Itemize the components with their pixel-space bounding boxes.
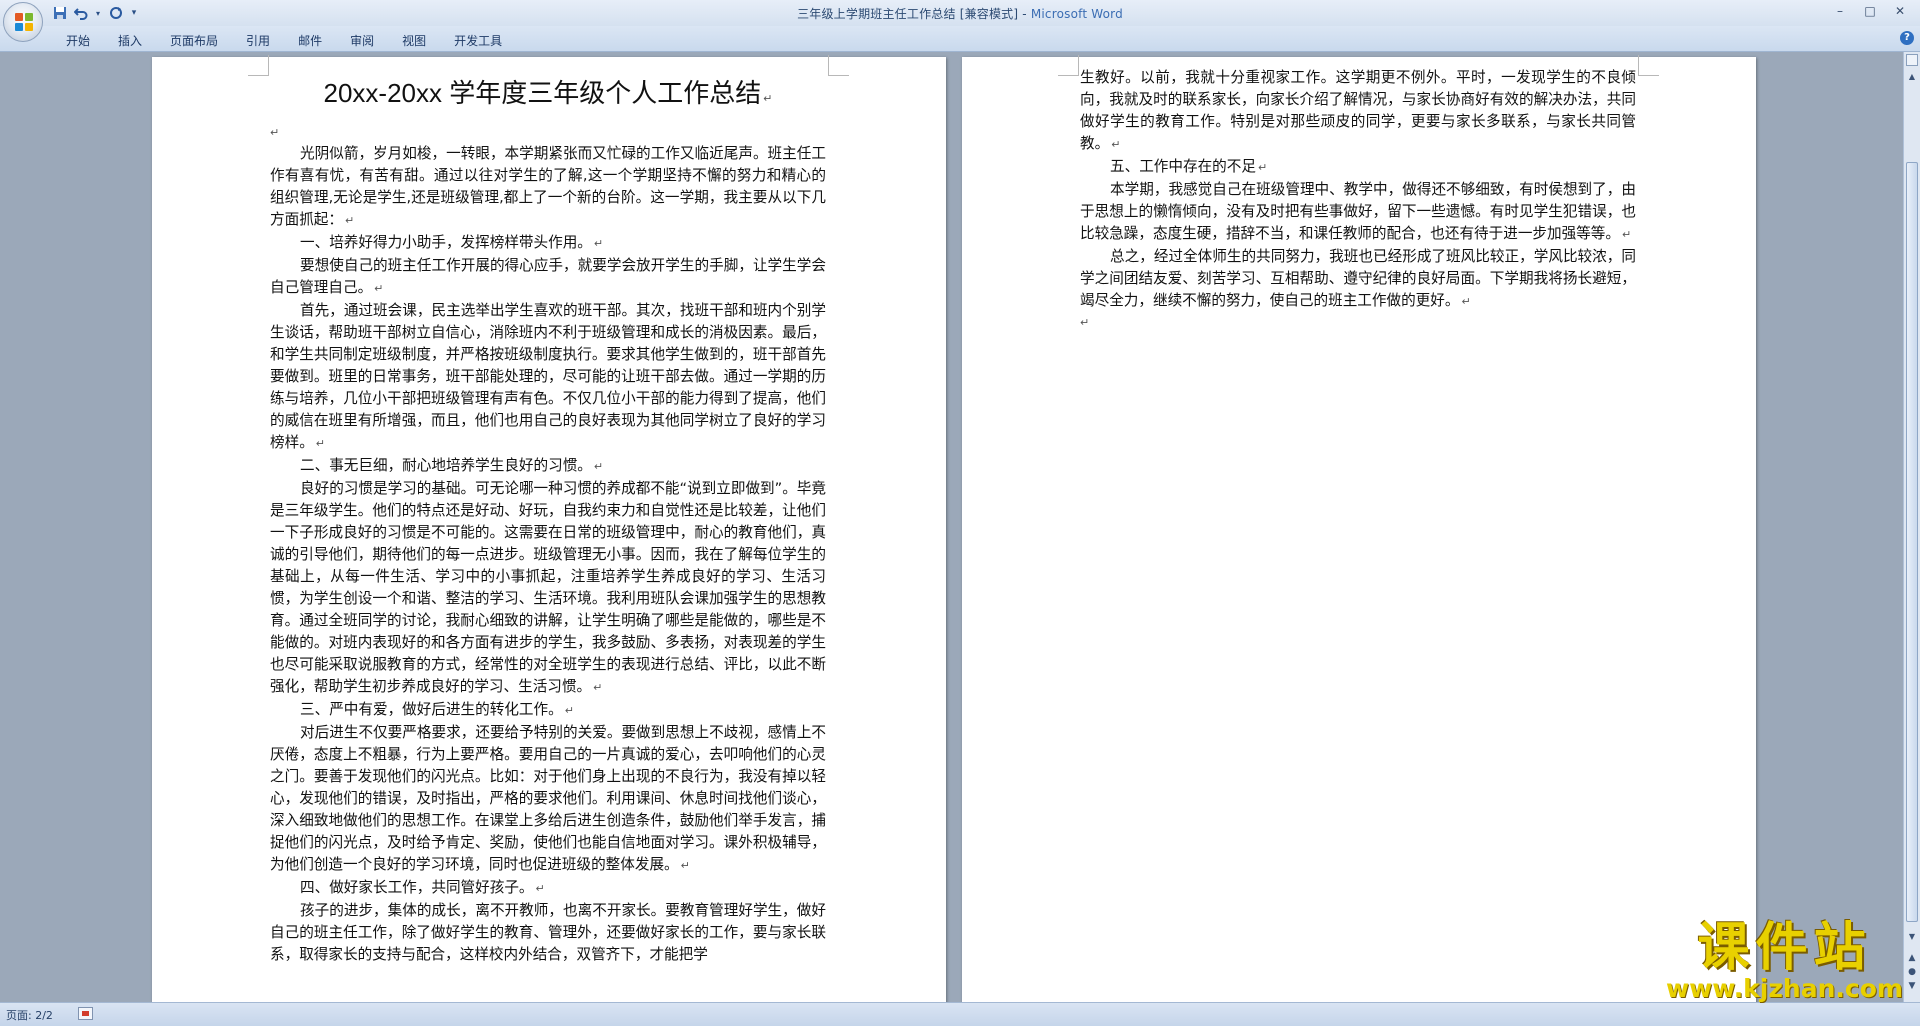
next-page-icon[interactable]: ▼ bbox=[1906, 980, 1918, 992]
watermark-url: www.kjzhan.com bbox=[1666, 974, 1903, 1003]
vertical-scrollbar[interactable]: ▲ ▼ ▲ ● ▼ bbox=[1903, 52, 1920, 1002]
page-2-content: 生教好。以前，我就十分重视家工作。这学期更不例外。平时，一发现学生的不良倾向，我… bbox=[1080, 67, 1636, 333]
ruler-toggle-icon[interactable] bbox=[1906, 54, 1918, 66]
tab-review[interactable]: 审阅 bbox=[336, 30, 388, 51]
tab-insert[interactable]: 插入 bbox=[104, 30, 156, 51]
section-heading: 五、工作中存在的不足 ↵ bbox=[1110, 158, 1268, 175]
save-icon[interactable] bbox=[52, 6, 67, 21]
undo-icon[interactable] bbox=[73, 6, 88, 21]
watermark-text: 课件站 bbox=[1697, 918, 1872, 978]
scroll-down-icon[interactable]: ▼ bbox=[1906, 930, 1918, 944]
document-page-2[interactable]: 生教好。以前，我就十分重视家工作。这学期更不例外。平时，一发现学生的不良倾向，我… bbox=[962, 55, 1756, 1002]
ribbon-tabs: 开始 插入 页面布局 引用 邮件 审阅 视图 开发工具 bbox=[52, 30, 516, 51]
margin-corner-mark bbox=[1638, 55, 1659, 76]
office-button[interactable] bbox=[3, 2, 43, 42]
tab-page-layout[interactable]: 页面布局 bbox=[156, 30, 232, 51]
document-page-1[interactable]: 20xx-20xx 学年度三年级个人工作总结 ↵ ↵ 光阴似箭，岁月如梭，一转眼，… bbox=[152, 55, 946, 1002]
paragraph: 良好的习惯是学习的基础。可无论哪一种习惯的养成都不能“说到立即做到”。毕竟是三年… bbox=[270, 480, 826, 695]
paragraph: 要想使自己的班主任工作开展的得心应手，就要学会放开学生的手脚，让学生学会自己管理… bbox=[270, 257, 826, 296]
paragraph: 孩子的进步，集体的成长，离不开教师，也离不开家长。要教育管理好学生，做好自己的班… bbox=[270, 902, 826, 963]
empty-paragraph: ↵ bbox=[270, 126, 280, 139]
title-bar: 三年级上学期班主任工作总结 [兼容模式] - Microsoft Word ▾ … bbox=[0, 0, 1920, 26]
empty-paragraph: ↵ bbox=[1080, 316, 1090, 329]
scrollbar-thumb[interactable] bbox=[1906, 162, 1918, 922]
paragraph: 对后进生不仅要严格要求，还要给予特别的关爱。要做到思想上不歧视，感情上不厌倦，态… bbox=[270, 724, 826, 873]
paragraph: 本学期，我感觉自己在班级管理中、教学中，做得还不够细致，有时侯想到了，由于思想上… bbox=[1080, 181, 1636, 242]
watermark-logo: 课件站 www.kjzhan.com bbox=[1666, 922, 1903, 1001]
margin-corner-mark bbox=[1058, 55, 1079, 76]
previous-page-icon[interactable]: ▲ bbox=[1906, 952, 1918, 964]
minimize-button[interactable]: – bbox=[1826, 2, 1854, 20]
quick-access-toolbar: ▾ ▾ bbox=[52, 4, 139, 22]
document-workspace: 20xx-20xx 学年度三年级个人工作总结 ↵ ↵ 光阴似箭，岁月如梭，一转眼，… bbox=[0, 52, 1904, 1002]
tab-references[interactable]: 引用 bbox=[232, 30, 284, 51]
ribbon-tabs-bar: 开始 插入 页面布局 引用 邮件 审阅 视图 开发工具 ? bbox=[0, 26, 1920, 52]
tab-home[interactable]: 开始 bbox=[52, 30, 104, 51]
scroll-up-icon[interactable]: ▲ bbox=[1906, 70, 1918, 84]
window-controls: – □ ✕ bbox=[1826, 2, 1914, 20]
margin-corner-mark bbox=[828, 55, 849, 76]
redo-icon[interactable] bbox=[108, 6, 123, 21]
office-logo-icon bbox=[15, 13, 33, 31]
browse-object-icon[interactable]: ● bbox=[1906, 966, 1918, 978]
paragraph: 光阴似箭，岁月如梭，一转眼，本学期紧张而又忙碌的工作又临近尾声。班主任工作有喜有… bbox=[270, 145, 826, 228]
document-title-text: 三年级上学期班主任工作总结 [兼容模式] - bbox=[797, 7, 1031, 21]
margin-corner-mark bbox=[248, 55, 269, 76]
section-heading: 四、做好家长工作，共同管好孩子。 ↵ bbox=[300, 879, 545, 896]
paragraph: 首先，通过班会课，民主选举出学生喜欢的班干部。其次，找班干部和班内个别学生谈话，… bbox=[270, 302, 826, 451]
tab-view[interactable]: 视图 bbox=[388, 30, 440, 51]
paragraph: 生教好。以前，我就十分重视家工作。这学期更不例外。平时，一发现学生的不良倾向，我… bbox=[1080, 69, 1636, 152]
app-name-text: Microsoft Word bbox=[1030, 7, 1123, 21]
customize-icon[interactable]: ▾ bbox=[129, 6, 139, 21]
page-1-content: 20xx-20xx 学年度三年级个人工作总结 ↵ ↵ 光阴似箭，岁月如梭，一转眼，… bbox=[270, 75, 826, 966]
section-heading: 二、事无巨细，耐心地培养学生良好的习惯。 ↵ bbox=[300, 457, 604, 474]
document-heading: 20xx-20xx 学年度三年级个人工作总结 ↵ bbox=[323, 78, 773, 108]
help-icon[interactable]: ? bbox=[1900, 31, 1914, 45]
close-button[interactable]: ✕ bbox=[1886, 2, 1914, 20]
page-count-status[interactable]: 页面: 2/2 bbox=[6, 1007, 53, 1023]
tab-mailings[interactable]: 邮件 bbox=[284, 30, 336, 51]
maximize-button[interactable]: □ bbox=[1856, 2, 1884, 20]
paragraph: 总之，经过全体师生的共同努力，我班也已经形成了班风比较正，学风比较浓，同学之间团… bbox=[1080, 248, 1636, 309]
tab-developer[interactable]: 开发工具 bbox=[440, 30, 516, 51]
proofing-status-icon[interactable] bbox=[78, 1007, 93, 1020]
dropdown-arrow-icon[interactable]: ▾ bbox=[94, 6, 102, 21]
status-bar: 页面: 2/2 bbox=[0, 1002, 1920, 1026]
section-heading: 三、严中有爱，做好后进生的转化工作。 ↵ bbox=[300, 701, 574, 718]
window-title: 三年级上学期班主任工作总结 [兼容模式] - Microsoft Word bbox=[0, 5, 1920, 22]
section-heading: 一、培养好得力小助手，发挥榜样带头作用。 ↵ bbox=[300, 234, 604, 251]
